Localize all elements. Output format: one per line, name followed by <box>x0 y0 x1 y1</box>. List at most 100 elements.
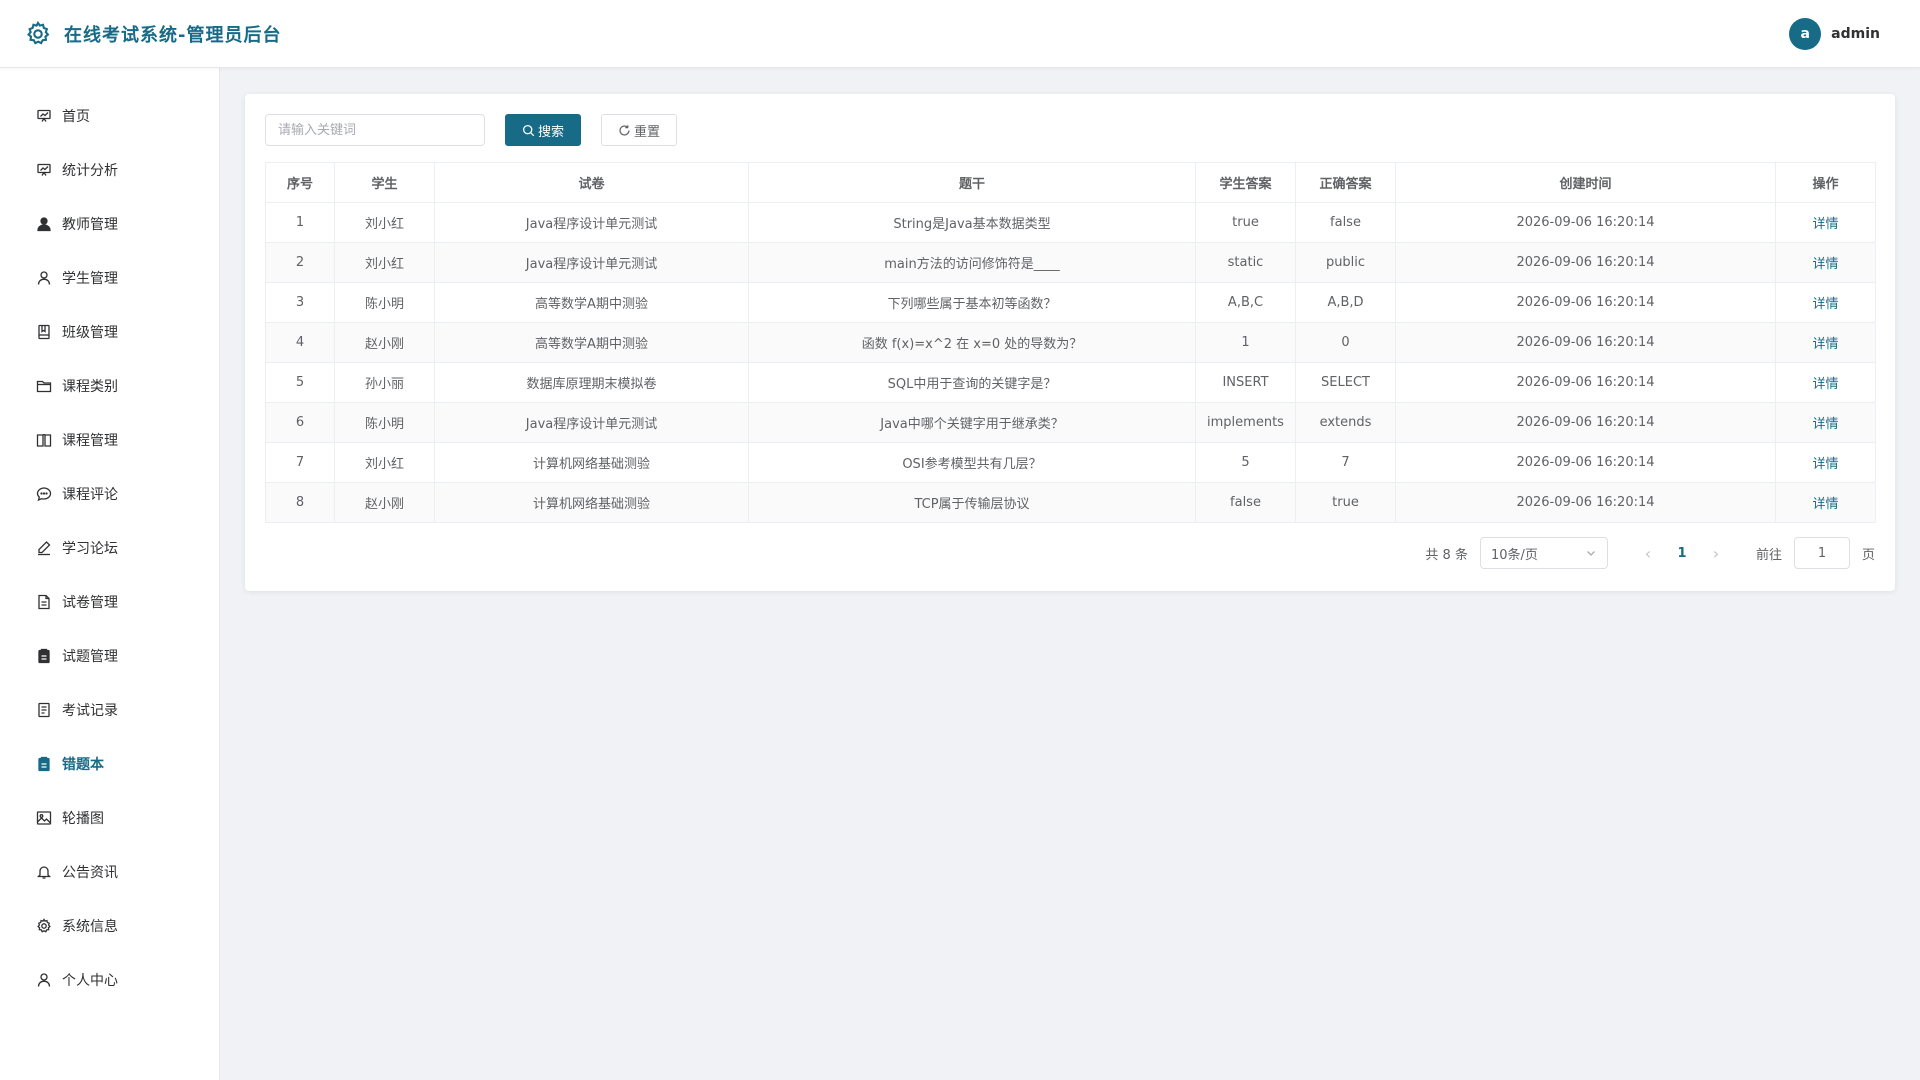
setting-icon <box>37 918 51 933</box>
picture-icon <box>36 811 52 825</box>
table-header-row: 序号 学生 试卷 题干 学生答案 正确答案 创建时间 操作 <box>265 162 1876 203</box>
detail-link[interactable]: 详情 <box>1812 217 1838 232</box>
detail-link[interactable]: 详情 <box>1812 417 1838 432</box>
sidebar-item-label: 公告资讯 <box>62 865 118 881</box>
table-cell: 2026-09-06 16:20:14 <box>1395 202 1776 243</box>
sidebar-item-label: 课程类别 <box>62 379 118 395</box>
detail-link[interactable]: 详情 <box>1812 297 1838 312</box>
sidebar-item[interactable]: 考试记录 <box>0 683 219 737</box>
table-cell: 2026-09-06 16:20:14 <box>1395 322 1776 363</box>
table-cell: SQL中用于查询的关键字是？ <box>748 362 1196 403</box>
sidebar-item[interactable]: 课程类别 <box>0 359 219 413</box>
reset-button[interactable]: 重置 <box>601 114 678 146</box>
detail-link[interactable]: 详情 <box>1812 257 1838 272</box>
sidebar-item[interactable]: 试卷管理 <box>0 575 219 629</box>
table-row: 3 陈小明 高等数学A期中测验 下列哪些属于基本初等函数？ A,B,C A,B,D 2026… <box>265 282 1876 323</box>
table-cell: 4 <box>265 322 335 363</box>
sidebar-item-label: 课程管理 <box>62 433 118 449</box>
sidebar-item[interactable]: 系统信息 <box>0 899 219 953</box>
search-button[interactable]: 搜索 <box>505 114 582 146</box>
column-header: 学生 <box>334 162 435 203</box>
action-cell: 详情 <box>1775 322 1876 363</box>
sidebar-item[interactable]: 轮播图 <box>0 791 219 845</box>
table-cell: false <box>1295 202 1396 243</box>
table-cell: 刘小红 <box>334 442 435 483</box>
table-cell: 计算机网络基础测验 <box>434 442 749 483</box>
book-icon <box>36 433 52 447</box>
action-cell: 详情 <box>1775 482 1876 523</box>
sidebar-item[interactable]: 错题本 <box>0 737 219 791</box>
table-cell: 赵小刚 <box>334 322 435 363</box>
pagination: 共 8 条 10条/页 ‹ 1 › 前往 页 <box>265 537 1875 569</box>
sidebar-item[interactable]: 课程管理 <box>0 413 219 467</box>
app-title: 在线考试系统-管理员后台 <box>64 24 282 46</box>
sidebar-item[interactable]: 公告资讯 <box>0 845 219 899</box>
user-icon <box>37 973 51 987</box>
table-cell: OSI参考模型共有几层？ <box>748 442 1196 483</box>
sidebar-item[interactable]: 试题管理 <box>0 629 219 683</box>
sidebar-item-label: 学生管理 <box>62 271 118 287</box>
table-cell: TCP属于传输层协议 <box>748 482 1196 523</box>
sidebar-item[interactable]: 课程评论 <box>0 467 219 521</box>
edit-pen-icon <box>38 541 51 556</box>
chevron-down-icon <box>1587 551 1595 556</box>
table-cell: 2026-09-06 16:20:14 <box>1395 362 1776 403</box>
chart-board-icon <box>37 109 51 122</box>
sidebar-item[interactable]: 班级管理 <box>0 305 219 359</box>
sidebar-item-label: 考试记录 <box>62 703 118 719</box>
next-page-button[interactable]: › <box>1706 544 1726 563</box>
action-cell: 详情 <box>1775 202 1876 243</box>
table-cell: 3 <box>265 282 335 323</box>
page-size-select[interactable]: 10条/页 <box>1479 537 1608 569</box>
page-number[interactable]: 1 <box>1670 546 1694 561</box>
table-cell: 2026-09-06 16:20:14 <box>1395 242 1776 283</box>
sidebar-item[interactable]: 个人中心 <box>0 953 219 1007</box>
user-menu[interactable]: a admin <box>1789 17 1880 50</box>
sidebar-item-label: 学习论坛 <box>62 541 118 557</box>
sidebar-item[interactable]: 统计分析 <box>0 143 219 197</box>
wrong-question-table: 序号 学生 试卷 题干 学生答案 正确答案 创建时间 操作 1 刘小红 Java程序设计单元测试 S… <box>265 162 1876 523</box>
detail-link[interactable]: 详情 <box>1812 457 1838 472</box>
sidebar-item[interactable]: 首页 <box>0 89 219 143</box>
table-cell: 7 <box>265 442 335 483</box>
table-cell: SELECT <box>1295 362 1396 403</box>
column-header: 操作 <box>1775 162 1876 203</box>
table-cell: 函数 f(x)=x^2 在 x=0 处的导数为？ <box>748 322 1196 363</box>
avatar[interactable]: a <box>1789 17 1822 50</box>
goto-page-input[interactable] <box>1793 537 1850 569</box>
sidebar-item-label: 首页 <box>62 109 90 125</box>
prev-page-button[interactable]: ‹ <box>1638 544 1658 563</box>
username[interactable]: admin <box>1831 26 1880 42</box>
sidebar: 首页统计分析 教师管理学生管理班级管理课程类别课程管理课程评论学习论坛试卷管理 试题… <box>0 68 220 1080</box>
table-cell: 2026-09-06 16:20:14 <box>1395 282 1776 323</box>
action-cell: 详情 <box>1775 362 1876 403</box>
column-header: 序号 <box>265 162 335 203</box>
table-cell: INSERT <box>1195 362 1296 403</box>
sidebar-item[interactable]: 学生管理 <box>0 251 219 305</box>
table-row: 6 陈小明 Java程序设计单元测试 Java中哪个关键字用于继承类？ implemen… <box>265 402 1876 443</box>
table-cell: 5 <box>1195 442 1296 483</box>
table-cell: Java中哪个关键字用于继承类？ <box>748 402 1196 443</box>
table-cell: extends <box>1295 402 1396 443</box>
table-cell: 0 <box>1295 322 1396 363</box>
table-row: 2 刘小红 Java程序设计单元测试 main方法的访问修饰符是____ static p… <box>265 242 1876 283</box>
goto-suffix: 页 <box>1861 547 1875 563</box>
sidebar-item[interactable]: 学习论坛 <box>0 521 219 575</box>
search-input[interactable] <box>265 114 485 146</box>
sidebar-item[interactable]: 教师管理 <box>0 197 219 251</box>
top-header: 在线考试系统-管理员后台 a admin <box>0 0 1920 68</box>
table-cell: false <box>1195 482 1296 523</box>
table-cell: 6 <box>265 402 335 443</box>
sidebar-item-label: 轮播图 <box>62 811 104 827</box>
tickets-icon <box>38 702 50 718</box>
detail-link[interactable]: 详情 <box>1812 377 1838 392</box>
search-button-label: 搜索 <box>538 124 565 140</box>
document-icon <box>38 594 50 610</box>
detail-link[interactable]: 详情 <box>1812 337 1838 352</box>
notebook-icon <box>38 324 50 340</box>
bell-icon <box>36 866 52 879</box>
detail-link[interactable]: 详情 <box>1812 497 1838 512</box>
search-toolbar: 搜索 重置 <box>265 114 1875 146</box>
column-header: 试卷 <box>434 162 749 203</box>
table-cell: Java程序设计单元测试 <box>434 402 749 443</box>
